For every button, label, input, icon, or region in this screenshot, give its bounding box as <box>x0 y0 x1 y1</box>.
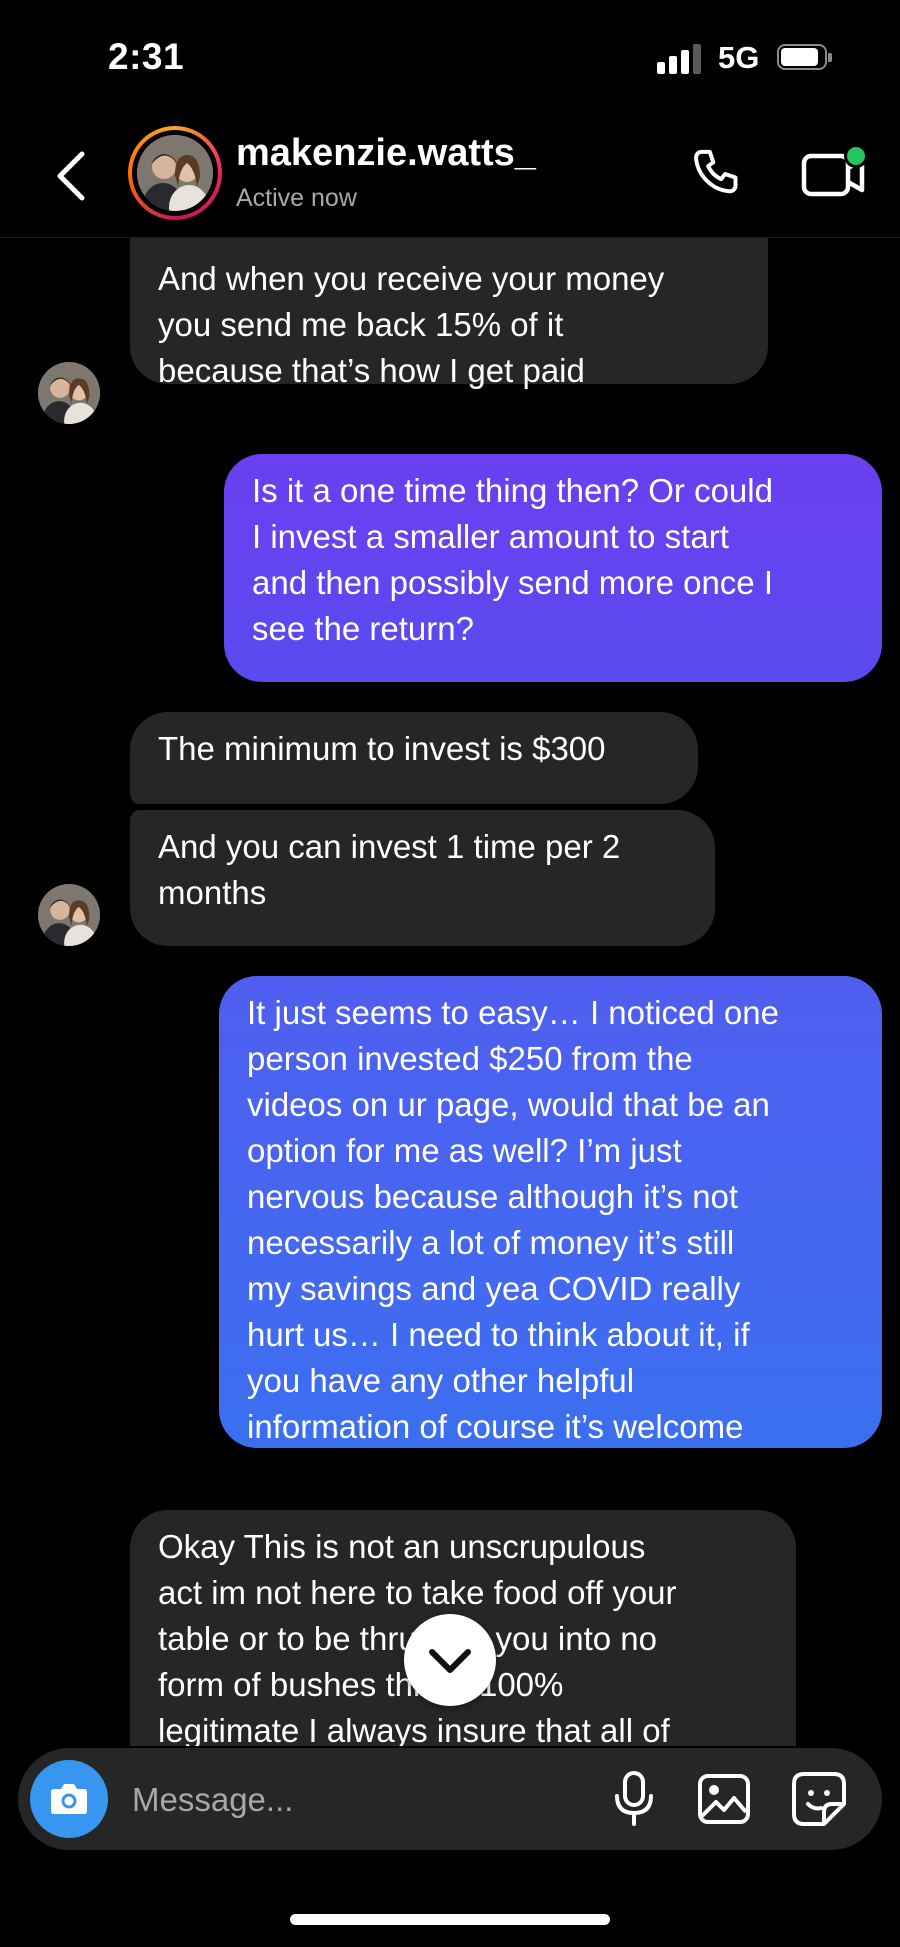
avatar-photo <box>137 135 213 211</box>
microphone-icon <box>615 1771 653 1826</box>
message-input[interactable] <box>130 1770 504 1830</box>
message-bubble-outgoing[interactable]: It just seems to easy… I noticed one per… <box>219 976 882 1448</box>
online-indicator <box>844 144 868 168</box>
message-bubble-incoming[interactable]: And when you receive your money you send… <box>130 238 768 389</box>
sticker-button[interactable] <box>790 1770 848 1828</box>
network-type: 5G <box>718 40 760 75</box>
audio-call-button[interactable] <box>690 146 746 202</box>
sticker-icon <box>792 1772 846 1826</box>
voice-message-button[interactable] <box>610 1770 658 1828</box>
status-time: 2:31 <box>108 36 185 77</box>
chevron-down-icon <box>429 1649 471 1673</box>
message-thread[interactable]: And when you receive your money you send… <box>0 238 900 1746</box>
back-button[interactable] <box>52 148 92 204</box>
chat-header: makenzie.watts_ Active now <box>0 120 900 238</box>
contact-avatar[interactable] <box>128 126 222 220</box>
camera-icon <box>51 1784 87 1814</box>
signal-strength-icon <box>657 44 703 74</box>
phone-icon <box>694 149 738 194</box>
active-status: Active now <box>236 184 357 212</box>
camera-button[interactable] <box>30 1760 108 1838</box>
message-composer <box>18 1748 882 1850</box>
contact-name[interactable]: makenzie.watts_ <box>236 132 536 175</box>
message-bubble-outgoing[interactable]: Is it a one time thing then? Or could I … <box>224 454 882 682</box>
battery-icon <box>777 44 833 72</box>
status-bar: 2:31 5G <box>0 0 900 120</box>
message-bubble-incoming[interactable]: And you can invest 1 time per 2 months <box>130 810 715 946</box>
gallery-button[interactable] <box>696 1772 752 1826</box>
gallery-icon <box>698 1774 750 1824</box>
sender-avatar[interactable] <box>38 362 100 424</box>
home-indicator[interactable] <box>290 1914 610 1925</box>
back-arrow-icon <box>57 151 85 201</box>
sender-avatar[interactable] <box>38 884 100 946</box>
scroll-to-bottom-button[interactable] <box>404 1614 496 1706</box>
message-bubble-incoming[interactable]: The minimum to invest is $300 <box>130 712 698 804</box>
